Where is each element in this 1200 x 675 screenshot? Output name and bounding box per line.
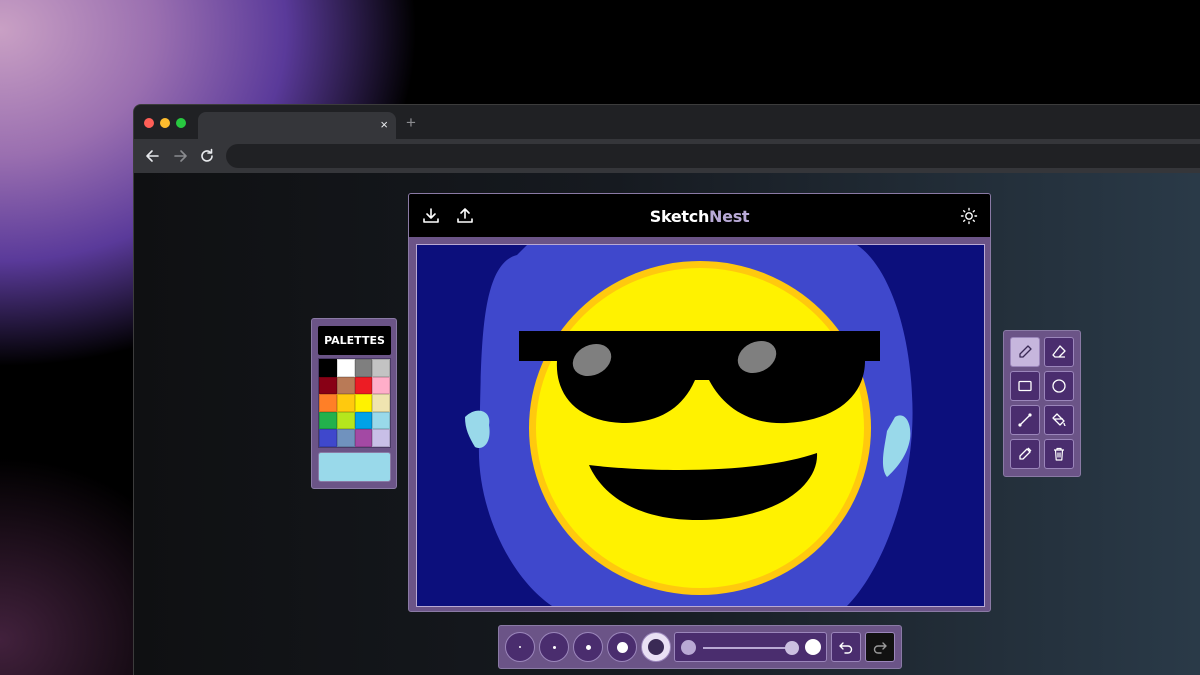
brush-size-1-button[interactable] [505,632,535,662]
clear-canvas-button[interactable] [1044,439,1074,469]
color-swatch[interactable] [372,376,390,395]
slider-track [703,647,795,649]
rectangle-tool-button[interactable] [1010,371,1040,401]
sketchnest-app: SketchNest [408,193,991,612]
brush-toolbar [498,625,902,669]
fill-bucket-icon [1052,413,1066,427]
circle-icon [1052,379,1066,393]
brush-size-dot [519,646,521,648]
color-swatch[interactable] [336,376,355,395]
eraser-icon [1052,345,1066,358]
palette-panel: PALETTES [311,318,397,489]
app-title-part1: Sketch [649,207,710,226]
address-bar[interactable] [226,144,1200,168]
forward-arrow-icon[interactable] [171,147,189,165]
color-swatch[interactable] [319,411,337,430]
color-swatch[interactable] [354,394,373,412]
redo-icon [873,642,887,654]
brush-size-dot [648,639,664,655]
pencil-tool-button[interactable] [1010,337,1040,367]
color-swatch-grid [318,358,391,448]
browser-tabbar: × + [134,105,1200,139]
reload-icon[interactable] [198,147,216,165]
line-tool-button[interactable] [1010,405,1040,435]
color-swatch[interactable] [319,376,337,395]
app-title-part2: Nest [709,207,750,226]
color-swatch[interactable] [372,394,390,412]
circle-tool-button[interactable] [1044,371,1074,401]
color-swatch[interactable] [336,411,355,430]
sun-icon[interactable] [960,207,978,225]
color-swatch[interactable] [372,359,390,377]
trash-icon [1054,447,1064,461]
slider-thumb[interactable] [785,641,799,655]
color-swatch[interactable] [372,429,390,447]
color-picker-tool-button[interactable] [1010,439,1040,469]
tab-close-icon[interactable]: × [380,116,388,134]
window-close-dot[interactable] [144,118,154,128]
drawing-canvas[interactable] [416,244,985,607]
fill-tool-button[interactable] [1044,405,1074,435]
palettes-button[interactable]: PALETTES [318,326,391,355]
slider-min-dot [681,640,696,655]
brush-size-3-button[interactable] [573,632,603,662]
canvas-drawing [417,245,984,606]
brush-size-slider[interactable] [674,632,827,662]
back-arrow-icon[interactable] [144,147,162,165]
app-title: SketchNest [409,207,990,226]
eraser-tool-button[interactable] [1044,337,1074,367]
rectangle-icon [1018,380,1032,392]
window-minimize-dot[interactable] [160,118,170,128]
color-swatch[interactable] [319,359,337,377]
color-swatch[interactable] [354,376,373,395]
color-swatch[interactable] [319,429,337,447]
undo-button[interactable] [831,632,861,662]
brush-size-5-button[interactable] [641,632,671,662]
brush-size-2-button[interactable] [539,632,569,662]
window-maximize-dot[interactable] [176,118,186,128]
redo-button[interactable] [865,632,895,662]
undo-icon [839,642,853,654]
color-swatch[interactable] [336,359,355,377]
color-swatch[interactable] [354,429,373,447]
slider-max-dot [805,639,821,655]
browser-navbar [134,139,1200,173]
color-swatch[interactable] [319,394,337,412]
brush-size-dot [585,644,591,650]
brush-size-dot [552,645,556,649]
eyedropper-icon [1019,447,1032,460]
brush-size-4-button[interactable] [607,632,637,662]
tool-panel [1003,330,1081,477]
face [536,268,864,588]
line-icon [1018,413,1032,427]
brush-size-dot [616,641,628,653]
new-tab-button[interactable]: + [406,113,416,133]
color-swatch[interactable] [372,411,390,430]
current-color-swatch[interactable] [318,452,391,482]
color-swatch[interactable] [336,394,355,412]
color-swatch[interactable] [354,411,373,430]
app-header: SketchNest [409,194,990,237]
browser-tab[interactable]: × [198,112,396,139]
pencil-icon [1019,345,1032,358]
color-swatch[interactable] [336,429,355,447]
color-swatch[interactable] [354,359,373,377]
